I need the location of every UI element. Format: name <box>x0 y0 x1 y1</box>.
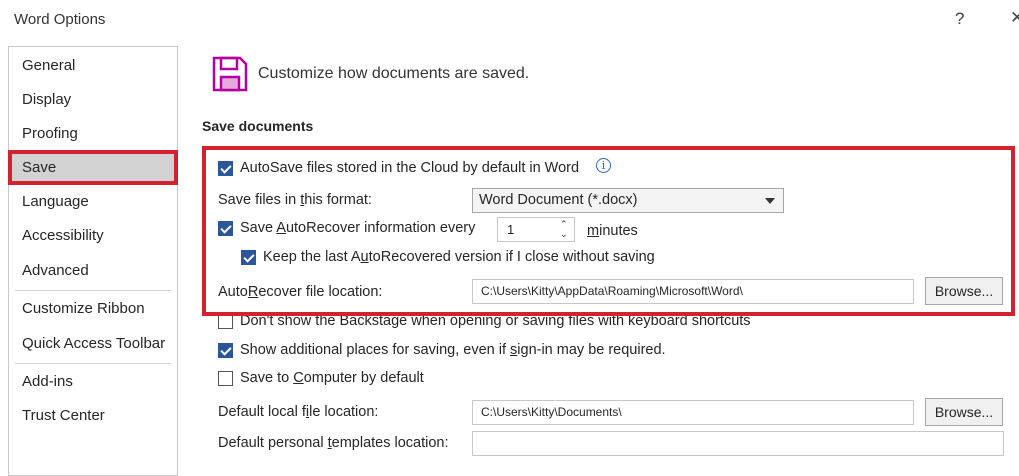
sidebar-divider <box>15 363 171 364</box>
save-to-computer-label: Save to Computer by default <box>240 370 424 386</box>
autorecover-checkbox[interactable] <box>218 221 233 236</box>
autosave-label: AutoSave files stored in the Cloud by de… <box>240 160 580 176</box>
sidebar-item-language[interactable]: Language <box>9 187 177 217</box>
sidebar-item-quick-access-toolbar[interactable]: Quick Access Toolbar <box>9 329 177 359</box>
section-title-save-documents: Save documents <box>202 118 314 134</box>
sidebar-item-accessibility[interactable]: Accessibility <box>9 221 177 251</box>
save-to-computer-checkbox[interactable] <box>218 371 233 386</box>
autorecover-minutes-stepper[interactable]: 1 ⌃ ⌄ <box>497 217 575 242</box>
info-icon[interactable]: i <box>596 158 611 173</box>
sidebar-item-add-ins[interactable]: Add-ins <box>9 367 177 397</box>
show-additional-places-label: Show additional places for saving, even … <box>240 342 666 358</box>
default-local-location-input[interactable]: C:\Users\Kitty\Documents\ <box>472 400 914 425</box>
minutes-label: minutes <box>587 223 638 239</box>
autorecover-label: Save AutoRecover information every <box>240 220 476 236</box>
keep-last-autorecovered-label: Keep the last AutoRecovered version if I… <box>263 249 655 265</box>
save-format-value: Word Document (*.docx) <box>479 192 638 208</box>
default-templates-location-label: Default personal templates location: <box>218 435 449 451</box>
sidebar: General Display Proofing Save Language A… <box>8 46 178 476</box>
autorecover-location-input[interactable]: C:\Users\Kitty\AppData\Roaming\Microsoft… <box>472 279 914 304</box>
autosave-checkbox[interactable] <box>218 161 233 176</box>
save-format-dropdown[interactable]: Word Document (*.docx) <box>472 188 784 213</box>
page-header: Customize how documents are saved. <box>258 65 530 82</box>
title-bar: Word Options ? ✕ <box>0 0 1019 40</box>
show-additional-places-checkbox[interactable] <box>218 343 233 358</box>
chevron-down-icon <box>765 198 775 204</box>
help-button[interactable]: ? <box>955 9 964 29</box>
window-title: Word Options <box>14 11 106 28</box>
save-floppy-icon <box>212 56 248 92</box>
sidebar-item-customize-ribbon[interactable]: Customize Ribbon <box>9 294 177 324</box>
chevron-up-icon[interactable]: ⌃ <box>560 220 569 229</box>
sidebar-item-advanced[interactable]: Advanced <box>9 256 177 286</box>
default-templates-location-input[interactable] <box>472 431 1004 456</box>
default-local-browse-button[interactable]: Browse... <box>925 398 1003 426</box>
sidebar-item-display[interactable]: Display <box>9 85 177 115</box>
save-format-label: Save files in this format: <box>218 192 372 208</box>
autorecover-browse-button[interactable]: Browse... <box>925 277 1003 305</box>
chevron-down-icon[interactable]: ⌄ <box>560 230 569 239</box>
default-local-location-label: Default local file location: <box>218 404 379 420</box>
close-button[interactable]: ✕ <box>1010 8 1019 28</box>
autorecover-location-label: AutoRecover file location: <box>218 284 383 300</box>
sidebar-item-general[interactable]: General <box>9 51 177 81</box>
dont-show-backstage-checkbox[interactable] <box>218 314 233 329</box>
sidebar-item-trust-center[interactable]: Trust Center <box>9 401 177 431</box>
sidebar-item-proofing[interactable]: Proofing <box>9 119 177 149</box>
keep-last-autorecovered-checkbox[interactable] <box>241 250 256 265</box>
autorecover-minutes-value: 1 <box>507 222 515 237</box>
dont-show-backstage-label: Don't show the Backstage when opening or… <box>240 313 751 329</box>
sidebar-divider <box>15 290 171 291</box>
sidebar-item-save[interactable]: Save <box>9 153 177 183</box>
